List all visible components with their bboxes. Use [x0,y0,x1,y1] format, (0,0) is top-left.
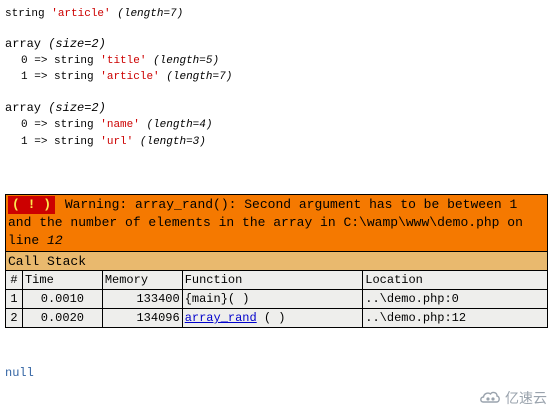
item-arrow: => [34,55,48,67]
column-header-num: # [5,270,23,290]
cloud-logo-icon [480,391,500,403]
dump-type: array [5,101,42,115]
row-num: 2 [5,308,23,328]
item-arrow: => [34,71,48,83]
dump-array-header: array (size=2) [5,37,106,51]
item-key: 1 [21,71,28,83]
column-header-location: Location [362,270,548,290]
item-meta: (length=5) [153,55,220,67]
dump-meta: (size=2) [48,101,106,115]
call-stack-header-row: # Time Memory Function Location [5,270,548,290]
dump-array-item: 1 => string 'url' (length=3) [21,135,206,149]
warning-message: ( ! ) Warning: array_rand(): Second argu… [5,194,548,252]
watermark-text: 亿速云 [505,391,547,407]
item-value: 'title' [100,55,147,67]
item-key: 0 [21,119,28,131]
item-key: 0 [21,55,28,67]
table-row: 1 0.0010 133400 {main}( ) ..\demo.php:0 [5,289,548,309]
watermark: 亿速云 [479,388,547,408]
xdebug-error-table: ( ! ) Warning: array_rand(): Second argu… [5,194,548,328]
item-meta: (length=7) [166,71,233,83]
dump-array-item: 0 => string 'name' (length=4) [21,118,212,132]
row-memory: 134096 [101,308,183,328]
row-location: ..\demo.php:0 [362,289,548,309]
call-stack-title: Call Stack [5,251,548,271]
null-output: null [5,366,34,380]
column-header-function: Function [181,270,364,290]
array-rand-doc-link[interactable]: array_rand [185,311,257,325]
item-arrow: => [34,136,48,148]
item-arrow: => [34,119,48,131]
dump-value: 'article' [51,8,111,20]
column-header-time: Time [21,270,103,290]
function-name: {main}( ) [184,292,250,306]
row-location: ..\demo.php:12 [362,308,548,328]
function-parens: ( ) [256,311,286,325]
row-num: 1 [5,289,23,309]
row-function: array_rand ( ) [181,308,364,328]
item-type: string [54,119,94,131]
warning-badge: ( ! ) [8,196,56,214]
row-function: {main}( ) [181,289,364,309]
dump-meta: (length=7) [117,8,184,20]
item-type: string [54,55,94,67]
dump-type: string [5,8,45,20]
item-value: 'name' [100,119,140,131]
row-time: 0.0020 [21,308,103,328]
item-type: string [54,71,94,83]
dump-array-item: 1 => string 'article' (length=7) [21,70,232,84]
table-row: 2 0.0020 134096 array_rand ( ) ..\demo.p… [5,308,548,328]
warning-text: Warning: array_rand(): Second argument h… [8,197,523,248]
item-value: 'article' [100,71,160,83]
item-meta: (length=4) [146,119,213,131]
column-header-memory: Memory [101,270,183,290]
item-key: 1 [21,136,28,148]
item-meta: (length=3) [139,136,206,148]
row-memory: 133400 [101,289,183,309]
warning-line-number: 12 [47,233,63,248]
dump-type: array [5,37,42,51]
php-output-page: string 'article' (length=7) array (size=… [0,0,557,417]
dump-string-line: string 'article' (length=7) [5,7,183,21]
row-time: 0.0010 [21,289,103,309]
item-type: string [54,136,94,148]
dump-array-item: 0 => string 'title' (length=5) [21,54,219,68]
dump-meta: (size=2) [48,37,106,51]
dump-array-header: array (size=2) [5,101,106,115]
item-value: 'url' [100,136,134,148]
